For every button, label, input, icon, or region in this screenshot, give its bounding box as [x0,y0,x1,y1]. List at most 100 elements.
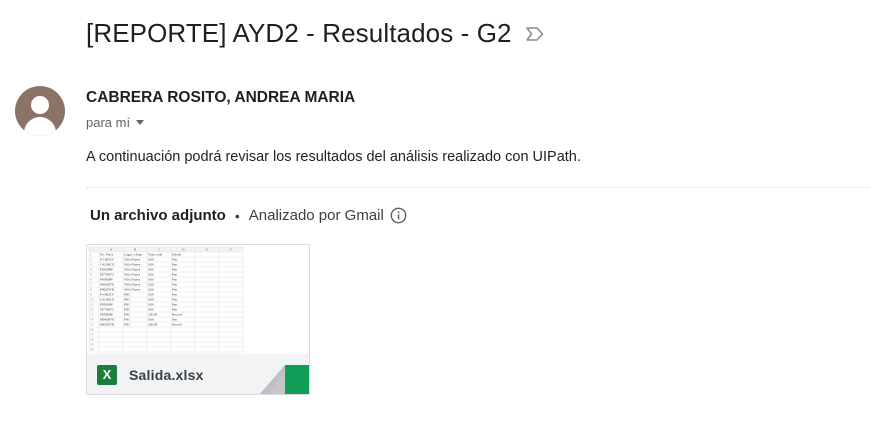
sheet-cell: Pen [172,303,177,307]
chevron-down-icon[interactable] [136,120,145,125]
sheet-cell: 0.00 [148,258,154,262]
sheet-row-number: 18 [90,338,94,342]
avatar-body-shape [24,117,56,136]
attachment-card[interactable]: A B C D E F 1 No. Placa Lugar o Pago Valor total E… [86,244,310,395]
sheet-cell: Pen [172,308,177,312]
attachment-count: Un archivo adjunto [90,207,226,224]
sheet-cell: P802DVR [100,288,115,292]
attachment-footer[interactable]: X Salida.xlsx [87,354,309,394]
sheet-cell: 0.00 [148,293,154,297]
sheet-cell: Pen [172,288,177,292]
recipient-details-toggle[interactable]: para mí [86,115,145,130]
sheet-row-number: 15 [90,323,94,327]
sheet-row-number: 3 [90,263,92,267]
sheet-cell: 0.00 [148,283,154,287]
sheet-cell: 0.00 [148,308,154,312]
sheet-cell: PNC [124,298,131,302]
sheet-cell: M042B78 [100,318,114,322]
sheet-cell: 0.00 [148,268,154,272]
sheet-cell: Record [172,323,182,327]
sheet-cell: 0.00 [148,263,154,267]
separator-dot: • [234,207,240,224]
avatar-head-shape [31,96,49,114]
email-body: A continuación podrá revisar los resulta… [86,149,581,165]
sheet-row-number: 7 [90,283,92,287]
page-curl-corner-icon [259,365,309,394]
sheet-cell: 0.00 [148,288,154,292]
excel-icon: X [97,364,117,385]
sheet-row-number: 6 [90,278,92,282]
divider [86,187,870,188]
sheet-cell: Villa Nueva [124,283,141,287]
sheet-cell: Pen [172,318,177,322]
sheet-cell: No. Placa [100,253,114,257]
sheet-cell: P-1963LV [100,258,115,262]
sheet-cell: PNC [124,308,131,312]
sheet-row-number: 1 [90,253,92,257]
sheet-column-header: F [230,248,232,252]
sheet-cell: P959DPF [100,313,113,317]
sheet-cell: Villa Nueva [124,288,141,292]
important-marker-icon[interactable] [524,23,546,45]
sheet-row-number: 19 [90,343,94,347]
email-subject-row: [REPORTE] AYD2 - Resultados - G2 [86,18,546,49]
sheet-cell: Villa Nueva [124,258,141,262]
sheet-cell: M770B73 [100,308,114,312]
sheet-row-number: 20 [90,348,94,352]
sheet-cell: PNC [124,303,131,307]
sheet-cell: P959DPF [100,278,113,282]
attachment-filename[interactable]: Salida.xlsx [129,367,204,383]
scanned-by-gmail: Analizado por Gmail [248,207,384,224]
info-icon[interactable] [390,207,407,224]
sheet-cell: Pen [172,268,177,272]
sheet-row-number: 4 [90,268,92,272]
sheet-row-number: 13 [90,313,94,317]
sheet-cell: Villa Nueva [124,278,141,282]
sheet-cell: C413BCX [100,263,115,267]
recipient-label: para mí [86,115,131,130]
sheet-cell: Estado [172,253,182,257]
sender-name[interactable]: CABRERA ROSITO, ANDREA MARIA [86,89,355,107]
sheet-cell: 200.00 [148,323,158,327]
sheet-cell: Pen [172,273,177,277]
email-subject: [REPORTE] AYD2 - Resultados - G2 [86,18,512,48]
sheet-cell: M042B78 [100,283,114,287]
sheet-row-number: 8 [90,288,92,292]
sheet-cell: Record [172,313,182,317]
sheet-cell: Pen [172,258,177,262]
sheet-cell: P950DPF [100,268,113,272]
avatar[interactable] [15,86,65,136]
sheet-row-number: 16 [90,328,94,332]
sheet-cell: 250.00 [148,313,158,317]
attachments-header: Un archivo adjunto • Analizado por Gmail [90,207,407,224]
attachment-preview[interactable]: A B C D E F 1 No. Placa Lugar o Pago Valor total E… [87,245,309,355]
sheet-cell: Pen [172,283,177,287]
sheet-cell: 0.00 [148,318,154,322]
sheet-row-number: 17 [90,333,94,337]
sheet-cell: Pen [172,263,177,267]
sheet-cell: Villa Nueva [124,273,141,277]
sheet-cell: C413BCX [100,298,115,302]
sheet-row-number: 9 [90,293,92,297]
sheet-cell: P950DPF [100,303,113,307]
sheet-cell: 0.00 [148,298,154,302]
sheet-cell: PNC [124,313,131,317]
sheet-cell: Valor total [148,253,162,257]
sheet-cell: Pen [172,293,177,297]
sheet-cell: 0.00 [148,278,154,282]
sheet-row-number: 12 [90,308,94,312]
sheet-cell: PNC [124,293,131,297]
sheet-cell: 0.00 [148,303,154,307]
sheet-cell: Lugar o Pago [124,253,143,257]
sheet-row-number: 14 [90,318,94,322]
sheet-cell: 0.00 [148,273,154,277]
sheet-row-number: 2 [90,258,92,262]
sheet-cell: PNC [124,318,131,322]
sheet-cell: Villa Nueva [124,263,141,267]
sheet-cell: Pen [172,298,177,302]
sheet-cell: P-1963LV [100,293,115,297]
sheet-row-number: 5 [90,273,92,277]
sheet-column-header: E [206,248,208,252]
sheet-cell: Pen [172,278,177,282]
sheet-cell: PNC [124,323,131,327]
